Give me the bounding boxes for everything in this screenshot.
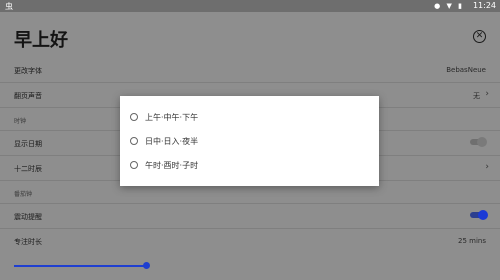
sound-setting-value: 无 [473,92,480,100]
font-setting-value: BebasNeue [446,66,486,74]
duration-value: 25 mins [458,237,486,245]
radio-button-icon[interactable] [130,137,138,145]
options-dialog: 上午·中午·下午 日中·日入·夜半 午时·酉时·子时 [120,96,379,186]
option-label: 日中·日入·夜半 [145,136,199,146]
duration-row: 专注时长 25 mins [0,229,500,253]
chevron-right-icon: › [485,89,489,99]
toggle-knob [477,137,487,147]
option-item[interactable]: 午时·酉时·子时 [130,158,198,172]
app-notification-icon: 虫 [5,2,13,11]
show-date-label: 显示日期 [14,140,42,148]
toggle-knob [478,210,488,220]
page-title: 早上好 [14,30,68,51]
status-bar: 虫 ● ▼ ▮ 11:24 [0,0,500,12]
option-item[interactable]: 上午·中午·下午 [130,110,198,124]
radio-button-icon[interactable] [130,113,138,121]
status-time: 11:24 [472,1,496,10]
close-icon[interactable]: ✕ [473,30,486,43]
font-setting-row[interactable]: 更改字体 BebasNeue [0,58,500,83]
option-label: 午时·酉时·子时 [145,160,199,170]
header: 早上好 ✕ [0,12,500,58]
wifi-icon: ▼ [446,2,454,10]
vibrate-toggle[interactable] [470,210,488,220]
show-date-toggle[interactable] [470,137,487,147]
location-icon: ● [434,2,443,10]
vibrate-label: 震动提醒 [14,213,42,221]
vibrate-row[interactable]: 震动提醒 [0,204,500,229]
radio-button-icon[interactable] [130,161,138,169]
sound-setting-label: 翻页声音 [14,92,42,100]
slider-fill [14,265,147,267]
section-clock-label: 时钟 [14,118,27,125]
status-icons: ● ▼ ▮ [434,2,464,10]
option-label: 上午·中午·下午 [145,112,199,122]
battery-icon: ▮ [458,2,464,10]
font-setting-label: 更改字体 [14,67,42,75]
twelve-hour-label: 十二时辰 [14,165,42,173]
duration-slider[interactable] [14,262,486,269]
slider-thumb[interactable] [143,262,151,269]
duration-label: 专注时长 [14,238,42,246]
section-focus-label: 番茄钟 [14,191,33,198]
option-item[interactable]: 日中·日入·夜半 [130,134,198,148]
chevron-right-icon: › [485,162,489,172]
